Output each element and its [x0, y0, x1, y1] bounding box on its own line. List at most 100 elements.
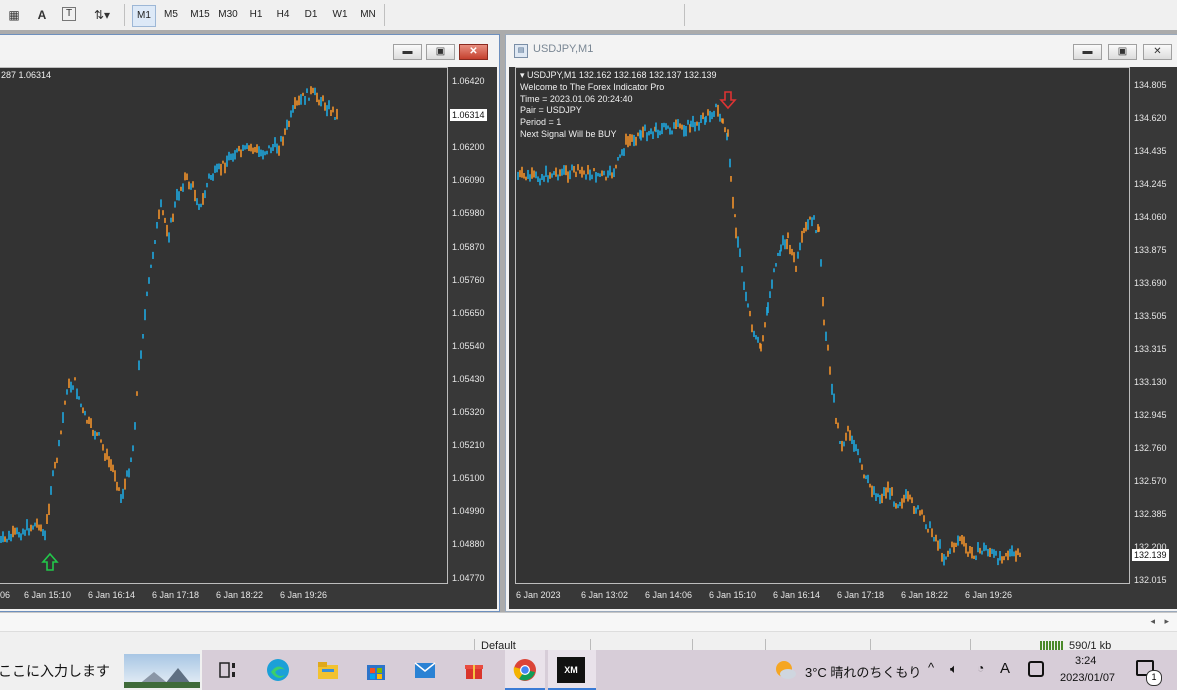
collapse-triangle-icon[interactable]: ▾: [520, 70, 527, 80]
price-tick-label: 132.015: [1134, 575, 1167, 585]
arrows-dropdown-icon[interactable]: ⇅▾: [90, 7, 114, 23]
price-scale[interactable]: 134.805 134.620 134.435 134.245 134.060 133.8…: [1130, 67, 1177, 585]
info-time: Time = 2023.01.06 20:24:40: [520, 93, 633, 104]
plot-area[interactable]: ▾ USDJPY,M1 132.162 132.168 132.137 132.…: [515, 67, 1130, 584]
toolbar-separator: [384, 4, 385, 26]
indicator-info: ▾ USDJPY,M1 132.162 132.168 132.137 132.…: [520, 70, 717, 141]
plot-area[interactable]: 287 1.06314: [0, 67, 448, 584]
time-tick-label: 6 Jan 17:18: [837, 590, 885, 600]
window-titlebar[interactable]: ▤ USDJPY,M1 ▬ ▣ ✕: [506, 35, 1177, 67]
buy-signal-arrow-icon: [41, 552, 59, 571]
price-tick-label: 1.04990: [452, 506, 485, 517]
minimize-button[interactable]: ▬: [1073, 44, 1102, 60]
price-tick-label: 1.05650: [452, 307, 485, 318]
maximize-icon: ▣: [435, 46, 446, 57]
price-tick-label: 132.760: [1134, 443, 1167, 453]
price-tick-label: 133.690: [1134, 278, 1167, 288]
price-tick-label: 1.06090: [452, 175, 485, 186]
scroll-left-icon[interactable]: ◂: [1150, 616, 1155, 627]
toolbar: ▦ A T ⇅▾ M1 M5 M15 M30 H1 H4 D1 W1 MN: [0, 0, 1177, 31]
price-tick-label: 132.570: [1134, 476, 1167, 486]
file-explorer-icon[interactable]: [316, 658, 340, 682]
windows-taskbar: ここに入力します XM 3°C 晴れのちくもり ^ 🔈︎ ◔ A 3:24 20…: [0, 650, 1177, 690]
price-chart: [0, 86, 338, 571]
price-scale[interactable]: 1.064201.063101.062001.060901.059801.058…: [448, 67, 497, 584]
chart-tabs-bar: ◂ ▸: [0, 613, 1177, 632]
chevron-up-icon[interactable]: ^: [928, 660, 934, 675]
time-tick-label: 6 Jan 16:14: [88, 590, 136, 600]
timeframe-m5[interactable]: M5: [160, 5, 182, 25]
window-titlebar[interactable]: ▬ ▣ ✕: [0, 35, 499, 67]
minimize-icon: ▬: [1082, 46, 1093, 57]
time-scale[interactable]: 6 Jan 2023 6 Jan 13:02 6 Jan 14:06 6 Jan 15…: [515, 584, 1130, 609]
edge-browser-icon[interactable]: [266, 658, 290, 682]
price-tick-label: 1.06420: [452, 76, 485, 86]
chart-area[interactable]: 287 1.06314 1.064201.063101.062001.06090…: [0, 67, 497, 609]
taskbar-search-box[interactable]: ここに入力します: [0, 650, 202, 690]
time-tick-label: 6 Jan 19:26: [280, 590, 328, 600]
xm-trading-taskbar-button[interactable]: XM: [548, 650, 596, 690]
time-tick-label: 6 Jan 19:26: [965, 590, 1013, 600]
microsoft-store-icon[interactable]: [364, 658, 388, 682]
text-icon[interactable]: A: [34, 7, 50, 23]
maximize-button[interactable]: ▣: [1108, 44, 1137, 60]
sell-signal-arrow-icon: [719, 91, 737, 110]
price-tick-label: 133.315: [1134, 344, 1167, 354]
price-tick-label: 1.04880: [452, 539, 485, 550]
window-title: USDJPY,M1: [533, 43, 594, 55]
text-label-icon[interactable]: T: [62, 7, 76, 21]
close-button[interactable]: ✕: [459, 44, 488, 60]
weather-icon[interactable]: [773, 658, 797, 682]
price-tick-label: 134.435: [1134, 146, 1167, 156]
mail-icon[interactable]: [413, 658, 437, 682]
chrome-taskbar-button[interactable]: [505, 650, 545, 690]
time-tick-label: 6 Jan 18:22: [216, 590, 264, 600]
time-tick-label: 6 Jan 15:10: [709, 590, 757, 600]
time-tick-label: 6 Jan 14:06: [645, 590, 693, 600]
price-tick-label: 1.05210: [452, 440, 485, 451]
chart-workspace: ▬ ▣ ✕ 287 1.06314 1.064201.063101.062001…: [0, 30, 1177, 612]
usdjpy-chart-window: ▤ USDJPY,M1 ▬ ▣ ✕ ▾ USDJPY,M1 132.162 13…: [505, 34, 1177, 612]
timeframe-h1[interactable]: H1: [245, 5, 267, 25]
maximize-icon: ▣: [1117, 46, 1128, 57]
price-tick-label: 133.875: [1134, 245, 1167, 255]
price-tick-label: 134.245: [1134, 179, 1167, 189]
scroll-right-icon[interactable]: ▸: [1164, 616, 1169, 627]
minimize-button[interactable]: ▬: [393, 44, 422, 60]
price-tick-label: 132.945: [1134, 410, 1167, 420]
close-button[interactable]: ✕: [1143, 44, 1172, 60]
timeframe-h4[interactable]: H4: [272, 5, 294, 25]
ime-toggle-icon[interactable]: [1028, 661, 1044, 677]
maximize-button[interactable]: ▣: [426, 44, 455, 60]
time-tick-label: 6 Jan 2023: [516, 590, 561, 600]
search-placeholder: ここに入力します: [0, 663, 110, 679]
current-price-label: 132.139: [1132, 549, 1169, 561]
clock-date[interactable]: 2023/01/07: [1060, 672, 1115, 684]
price-tick-label: 134.620: [1134, 113, 1167, 123]
price-chart: [517, 91, 1021, 566]
weather-text[interactable]: 3°C 晴れのちくもり: [805, 662, 921, 681]
grid-icon[interactable]: ▦: [6, 7, 22, 23]
time-tick-label: 06: [0, 590, 11, 600]
price-tick-label: 134.060: [1134, 212, 1167, 222]
trees-icon: [124, 682, 200, 688]
timeframe-m15[interactable]: M15: [187, 5, 213, 25]
wifi-icon[interactable]: ◔: [977, 661, 984, 675]
price-tick-label: 1.05540: [452, 340, 485, 351]
timeframe-m30[interactable]: M30: [215, 5, 241, 25]
time-tick-label: 6 Jan 18:22: [901, 590, 949, 600]
ime-mode-indicator[interactable]: A: [1000, 660, 1010, 677]
timeframe-mn[interactable]: MN: [356, 5, 380, 25]
chart-info-line: 287 1.06314: [1, 70, 52, 80]
clock-time[interactable]: 3:24: [1075, 655, 1096, 667]
task-view-icon[interactable]: [216, 658, 240, 682]
timeframe-w1[interactable]: W1: [329, 5, 351, 25]
speaker-icon[interactable]: 🔈︎: [950, 661, 958, 677]
notification-count-badge: 1: [1146, 670, 1162, 686]
chart-area[interactable]: ▾ USDJPY,M1 132.162 132.168 132.137 132.…: [509, 67, 1177, 609]
timeframe-d1[interactable]: D1: [300, 5, 322, 25]
time-scale[interactable]: 06 6 Jan 15:10 6 Jan 16:14 6 Jan 17:18 6 Jan…: [0, 584, 448, 609]
timeframe-m1[interactable]: M1: [132, 5, 156, 27]
gift-icon[interactable]: [462, 658, 486, 682]
chart-info-line: ▾ USDJPY,M1 132.162 132.168 132.137 132.…: [520, 70, 717, 80]
